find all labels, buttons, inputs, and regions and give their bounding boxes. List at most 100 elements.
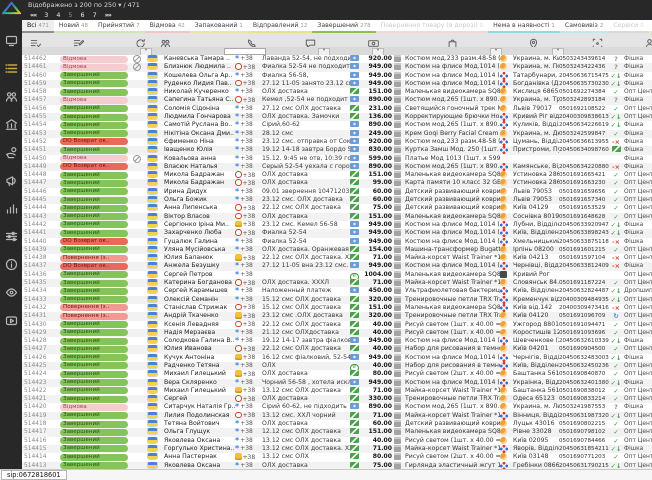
table-row[interactable]: 514449 DO Возврат ок.. Власюк Наталья *+… xyxy=(22,163,652,171)
table-row[interactable]: 514415 Завершений Горгулько Христина.. *… xyxy=(22,445,652,453)
table-row[interactable]: 514450 Відмова Ковальова анна *+38 15.12… xyxy=(22,155,652,163)
table-row[interactable]: 514459 Завершений Руденко Лидия Пав.. +3… xyxy=(22,80,652,88)
table-row[interactable]: 514445 Завершений Ольга Божик *+38 23.12… xyxy=(22,196,652,204)
table-row[interactable]: 514417 Завершений Ольга Глущук *+38 12.1… xyxy=(22,428,652,436)
tab-2[interactable]: Прийнятий 7 xyxy=(93,20,145,33)
table-row[interactable]: 514451 Завершений Іващенко Юлія *+38 19.… xyxy=(22,146,652,154)
table-row[interactable]: 514452 DO Возврат ок.. Єфименко Ніна *+3… xyxy=(22,138,652,146)
table-row[interactable]: 514421 Завершений Сергей +38 ОЛХ доставк… xyxy=(22,395,652,403)
page-number-6[interactable]: 6 xyxy=(81,10,85,20)
table-row[interactable]: 514443 Завершений Віктор Власов +38 ОЛХ … xyxy=(22,213,652,221)
table-row[interactable]: 514448 Завершений Микола Бадражан +38 ОЛ… xyxy=(22,171,652,179)
table-row[interactable]: 514453 Завершений Нікітіна Оксана Дми.. … xyxy=(22,130,652,138)
payment-card-icon xyxy=(350,55,359,61)
products-icon[interactable] xyxy=(447,34,458,45)
table-row[interactable]: 514426 Завершений Кучук Антоніна +38 16.… xyxy=(22,354,652,362)
table-row[interactable]: 514444 Завершений Анна Липенська +38 22.… xyxy=(22,204,652,212)
table-row[interactable]: 514446 Завершений Ирина Дидух *+38 09.01… xyxy=(22,188,652,196)
page-number-3[interactable]: 3 xyxy=(44,10,48,20)
comments-icon[interactable] xyxy=(305,34,316,45)
table-row[interactable]: 514427 Завершений Юлия Иванова +38 22.12… xyxy=(22,345,652,353)
table-row[interactable]: 514455 Завершений Людмила Гончарова *+38… xyxy=(22,113,652,121)
table-row[interactable]: 514456 Завершений Соломія Сідоніна *+38 … xyxy=(22,105,652,113)
table-row[interactable]: 514457 Відмова Сапегина Татьяна С.. +38 … xyxy=(22,96,652,104)
phone-filter-input[interactable] xyxy=(224,48,266,55)
page-number-5[interactable]: 5 xyxy=(68,10,72,20)
monitor-icon[interactable] xyxy=(5,32,18,45)
table-row[interactable]: 514432 Повернення (з.. Станіслав Стрижак… xyxy=(22,304,652,312)
table-row[interactable]: 514439 Завершений Уляна Мусійовська *+38… xyxy=(22,246,652,254)
table-row[interactable]: 514458 Завершений Николай Кучеренко *+38… xyxy=(22,88,652,96)
rows-edit-icon[interactable] xyxy=(73,34,84,45)
table-row[interactable]: 514428 Завершений Солодкова Галина В.. *… xyxy=(22,337,652,345)
table-row[interactable]: 514424 Завершений Михаил Гилецький +38 О… xyxy=(22,370,652,378)
tab-count: 42 xyxy=(178,23,185,29)
tab-0[interactable]: Всі 471 xyxy=(22,20,54,33)
contacts-icon[interactable] xyxy=(5,88,18,101)
info-icon[interactable] xyxy=(5,256,18,269)
table-row[interactable]: 514435 Завершений Катерина Богданова +38… xyxy=(22,279,652,287)
table-row[interactable]: 514461 Відмова Близнюк Людмила .. +38 Фи… xyxy=(22,63,652,71)
orders-list-icon[interactable] xyxy=(5,60,18,73)
company-icon[interactable] xyxy=(5,116,18,129)
table-row[interactable]: 514422 Завершений Михаил Гилецький +38 1… xyxy=(22,387,652,395)
filters-sliders-icon[interactable] xyxy=(5,228,18,241)
sales-hand-icon[interactable] xyxy=(5,144,18,157)
tab-9[interactable]: Самовивіз 2 xyxy=(560,20,608,33)
tab-5[interactable]: Відправлений 12 xyxy=(248,20,313,33)
table-row[interactable]: 514434 Завершений Сергей Карамышев *+38 … xyxy=(22,287,652,295)
product-icon xyxy=(394,279,401,286)
first-page-button[interactable]: «« xyxy=(30,10,36,20)
tracking-icon[interactable] xyxy=(592,34,603,45)
source-icon[interactable] xyxy=(644,34,652,45)
table-row[interactable]: 514437 DO Возврат ок.. Анжела Безушку *+… xyxy=(22,262,652,270)
address-icon[interactable] xyxy=(528,34,539,45)
table-row[interactable]: 514436 Завершений Сергей Петров *+38 ₴ 1… xyxy=(22,271,652,279)
table-row[interactable]: 514429 Завершений Надія Мерзаєва *+38 21… xyxy=(22,329,652,337)
delivery-city: Київ 04120 xyxy=(512,312,559,320)
tab-4[interactable]: Запакований 1 xyxy=(190,20,248,33)
page-number-4[interactable]: 4 xyxy=(56,10,60,20)
contact-dot-icon xyxy=(235,453,242,460)
table-row[interactable]: 514440 DO Возврат ок.. Гуцалюк Галина *+… xyxy=(22,238,652,246)
rows-check-icon[interactable] xyxy=(30,34,41,45)
phone-number: +38 xyxy=(240,163,253,170)
tab-8[interactable]: Нема в наявності 1 xyxy=(488,20,560,33)
last-page-button[interactable]: »» xyxy=(105,10,111,20)
table-row[interactable]: 514419 Завершений Лилия Подолинская +38 … xyxy=(22,412,652,420)
tab-10[interactable]: Сервіси 0 xyxy=(608,20,648,33)
table-row[interactable]: 514462 Відмова Каневська Тамара .. *+38 … xyxy=(22,55,652,63)
video-help-icon[interactable] xyxy=(5,312,18,325)
table-row[interactable]: 514425 Завершений Радченко Тетяна *+38 О… xyxy=(22,362,652,370)
table-row[interactable]: 514442 Завершений Сергіонко Іріна Ми.. +… xyxy=(22,221,652,229)
table-row[interactable]: 514460 Завершений Кошелева Ольга Ар.. *+… xyxy=(22,72,652,80)
display-range-text[interactable]: Відображено з 200 по 250 ▾ / 471 xyxy=(28,1,140,9)
table-row[interactable]: 514414 Завершений Анна Пастернак +38 13.… xyxy=(22,453,652,461)
comment: 22.12 смс ОЛХ доставка xyxy=(260,321,350,329)
table-row[interactable]: 514418 Завершений Тетяна Войтович *+38 О… xyxy=(22,420,652,428)
table-row[interactable]: 514431 Повернення (з.. Андрій Ткаченко +… xyxy=(22,312,652,320)
table-row[interactable]: 514423 Завершений Вера Скляренко *+38 Чо… xyxy=(22,379,652,387)
tracking-number: 20450632450236 xyxy=(559,362,610,370)
refresh-icon[interactable] xyxy=(135,34,146,45)
phone-icon[interactable] xyxy=(247,34,258,45)
clients-icon[interactable] xyxy=(160,34,171,45)
table-row[interactable]: 514420 Відмова Ситарчук Наталія Гр.. *+3… xyxy=(22,403,652,411)
broadcast-icon[interactable] xyxy=(5,172,18,185)
table-row[interactable]: 514416 Завершений Яковлева Оксана *+38 1… xyxy=(22,437,652,445)
table-row[interactable]: 514430 Завершений Ксенія Левадняя +38 22… xyxy=(22,321,652,329)
payment-icon[interactable] xyxy=(368,34,379,45)
table-row[interactable]: 514433 Завершений Олексій Семанін *+38 1… xyxy=(22,296,652,304)
page-number-7[interactable]: 7 xyxy=(93,10,97,20)
tab-3[interactable]: Відмова 42 xyxy=(145,20,190,33)
table-row[interactable]: 514438 Повернення (з.. Юлия Баланюк +38 … xyxy=(22,254,652,262)
table-row[interactable]: 514447 Завершений Микола Бадражан +38 ОЛ… xyxy=(22,179,652,187)
table-row[interactable]: 514454 Завершений Самотій Руслана Во.. *… xyxy=(22,121,652,129)
stats-icon[interactable] xyxy=(5,200,18,213)
tab-1[interactable]: Новий 48 xyxy=(54,20,93,33)
tab-6[interactable]: Завершений 278 xyxy=(312,20,375,33)
tab-11[interactable]: В дорозі додому 0 xyxy=(649,20,652,33)
tab-7[interactable]: Повернення товару (в дорозі) 0 xyxy=(376,20,489,33)
support-eye-icon[interactable] xyxy=(5,284,18,297)
table-row[interactable]: 514441 Завершений Захарченко Люба +38 Фи… xyxy=(22,229,652,237)
